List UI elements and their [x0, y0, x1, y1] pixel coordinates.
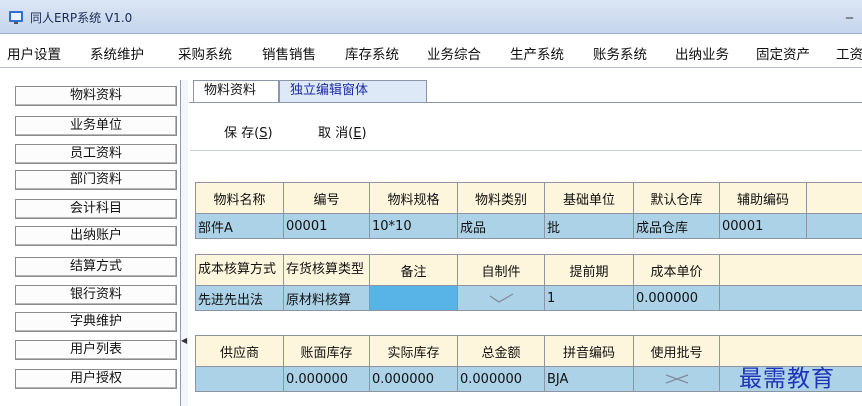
cell-inventory-type[interactable]: 原材料核算 — [283, 285, 370, 311]
sidebar-item-partners[interactable]: 业务单位 — [15, 116, 177, 136]
cell-actual-stock[interactable]: 0.000000 — [369, 366, 458, 392]
material-basic-grid: 物料名称 编号 物料规格 物料类别 基础单位 默认仓库 辅助编码 部件A 000… — [195, 182, 862, 239]
minimize-button[interactable]: _ — [846, 3, 853, 19]
sidebar-item-departments[interactable]: 部门资料 — [15, 170, 177, 190]
cell-empty[interactable] — [719, 285, 862, 311]
cell-spec[interactable]: 10*10 — [369, 213, 458, 239]
cancel-button[interactable]: 取 消(E) — [318, 122, 367, 141]
menu-system-maint[interactable]: 系统维护 — [90, 43, 144, 63]
sidebar-item-employees[interactable]: 员工资料 — [15, 144, 177, 164]
cell-default-warehouse[interactable]: 成品仓库 — [633, 213, 720, 239]
col-header: 实际库存 — [369, 335, 458, 367]
menu-accounting[interactable]: 账务系统 — [593, 43, 647, 63]
col-header: 供应商 — [195, 335, 284, 367]
col-header: 备注 — [369, 254, 458, 286]
cell-costing-method[interactable]: 先进先出法 — [195, 285, 284, 311]
sidebar-item-user-list[interactable]: 用户列表 — [15, 340, 177, 360]
toolbar-divider — [190, 150, 862, 151]
menu-sales[interactable]: 销售销售 — [262, 43, 316, 63]
cell-pinyin-code[interactable]: BJA — [544, 366, 634, 392]
sidebar-item-banks[interactable]: 银行资料 — [15, 285, 177, 305]
table-header-row: 物料名称 编号 物料规格 物料类别 基础单位 默认仓库 辅助编码 — [195, 182, 862, 214]
sidebar-item-dictionary[interactable]: 字典维护 — [15, 312, 177, 332]
col-header — [806, 182, 862, 214]
cell-base-unit[interactable]: 批 — [544, 213, 634, 239]
menu-purchase[interactable]: 采购系统 — [178, 43, 232, 63]
collapse-arrow-icon[interactable]: ◀ — [181, 336, 187, 345]
col-header: 物料名称 — [195, 182, 284, 214]
tab-divider — [189, 102, 862, 103]
col-header: 自制件 — [457, 254, 545, 286]
watermark-text: 最需教育 — [739, 366, 835, 392]
sidebar-item-accounts[interactable]: 会计科目 — [15, 199, 177, 219]
sidebar-item-settlement[interactable]: 结算方式 — [15, 257, 177, 277]
title-bar: 同人ERP系统 V1.0 _ — [0, 0, 862, 34]
menu-payroll[interactable]: 工资 — [836, 43, 862, 63]
cell-unit-cost[interactable]: 0.000000 — [633, 285, 720, 311]
col-header: 编号 — [283, 182, 370, 214]
sidebar-item-cash-accounts[interactable]: 出纳账户 — [15, 226, 177, 246]
col-header: 提前期 — [544, 254, 634, 286]
col-header: 物料类别 — [457, 182, 545, 214]
col-header: 总金额 — [457, 335, 545, 367]
self-made-checkbox[interactable] — [457, 285, 545, 311]
tab-standalone-editor[interactable]: 独立编辑窗体 — [279, 80, 427, 102]
menu-inventory[interactable]: 库存系统 — [345, 43, 399, 63]
col-header — [719, 254, 862, 286]
cell-aux-code[interactable]: 00001 — [719, 213, 807, 239]
checkmark-icon — [489, 293, 514, 303]
cross-icon — [665, 374, 688, 384]
sidebar-item-user-auth[interactable]: 用户授权 — [15, 369, 177, 389]
table-row: 部件A 00001 10*10 成品 批 成品仓库 00001 — [195, 213, 862, 239]
col-header: 默认仓库 — [633, 182, 720, 214]
col-header: 使用批号 — [633, 335, 720, 367]
cell-material-name[interactable]: 部件A — [195, 213, 284, 239]
col-header: 基础单位 — [544, 182, 634, 214]
cell-remark[interactable] — [369, 285, 458, 311]
cell-book-stock[interactable]: 0.000000 — [283, 366, 370, 392]
col-header: 成本核算方式 — [195, 254, 284, 286]
menu-fixed-assets[interactable]: 固定资产 — [756, 43, 810, 63]
col-header: 账面库存 — [283, 335, 370, 367]
sidebar-splitter[interactable] — [180, 80, 188, 406]
table-header-row: 成本核算方式 存货核算类型 备注 自制件 提前期 成本单价 — [195, 254, 862, 286]
col-header: 成本单价 — [633, 254, 720, 286]
menu-bar: 用户设置 系统维护 采购系统 销售销售 库存系统 业务综合 生产系统 账务系统 … — [0, 34, 862, 68]
cell-lead-time[interactable]: 1 — [544, 285, 634, 311]
menu-production[interactable]: 生产系统 — [510, 43, 564, 63]
tab-materials[interactable]: 物料资料 — [193, 80, 279, 102]
window-title: 同人ERP系统 V1.0 — [30, 11, 133, 25]
cell-supplier[interactable] — [195, 366, 284, 392]
sidebar-item-materials[interactable]: 物料资料 — [15, 86, 177, 106]
menu-cashier[interactable]: 出纳业务 — [675, 43, 729, 63]
cell-total-amount[interactable]: 0.000000 — [457, 366, 545, 392]
cell-empty[interactable] — [806, 213, 862, 239]
costing-grid: 成本核算方式 存货核算类型 备注 自制件 提前期 成本单价 先进先出法 原材料核… — [195, 254, 862, 311]
cell-category[interactable]: 成品 — [457, 213, 545, 239]
menu-business[interactable]: 业务综合 — [427, 43, 481, 63]
col-header: 辅助编码 — [719, 182, 807, 214]
col-header: 物料规格 — [369, 182, 458, 214]
cell-code[interactable]: 00001 — [283, 213, 370, 239]
col-header: 存货核算类型 — [283, 254, 370, 286]
sidebar: 物料资料 业务单位 员工资料 部门资料 会计科目 出纳账户 结算方式 银行资料 … — [0, 80, 188, 406]
save-button[interactable]: 保 存(S) — [224, 122, 273, 141]
table-row: 先进先出法 原材料核算 1 0.000000 — [195, 285, 862, 311]
batch-checkbox[interactable] — [633, 366, 720, 392]
menu-user-settings[interactable]: 用户设置 — [7, 43, 61, 63]
app-icon — [9, 11, 23, 24]
col-header: 拼音编码 — [544, 335, 634, 367]
